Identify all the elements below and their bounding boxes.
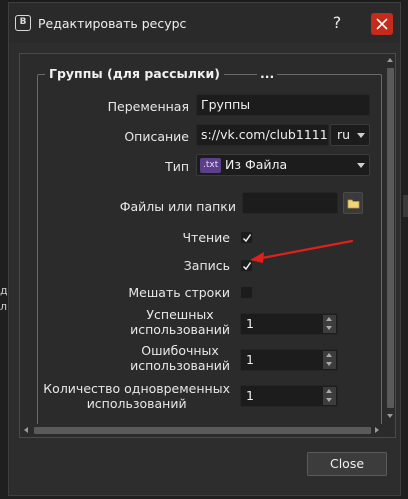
fail-label-line1: Ошибочных — [141, 343, 219, 358]
checkmark-icon — [242, 234, 252, 243]
shuffle-checkbox[interactable] — [240, 286, 253, 299]
read-label: Чтение — [182, 230, 230, 245]
horizontal-scrollbar[interactable] — [20, 424, 385, 437]
write-label: Запись — [183, 258, 230, 273]
concurrent-count-stepper[interactable]: 1 — [240, 385, 338, 407]
app-icon: B — [15, 15, 31, 31]
success-count-value: 1 — [246, 316, 254, 331]
stepper-buttons[interactable] — [323, 351, 336, 369]
concurrent-label-line2: использований — [86, 396, 187, 411]
browse-files-button[interactable] — [343, 192, 363, 214]
background-scroll-mark — [403, 195, 408, 217]
type-label: Тип — [165, 159, 189, 174]
type-select[interactable]: .txt Из Файла — [196, 154, 370, 176]
concurrent-count-value: 1 — [246, 388, 254, 403]
description-input[interactable]: s://vk.com/club111111 — [196, 124, 329, 146]
language-select[interactable]: ru — [330, 124, 370, 146]
background-right-panel — [400, 0, 408, 499]
close-icon — [376, 18, 388, 30]
fail-label: Ошибочных использований — [130, 343, 230, 373]
txt-file-icon: .txt — [200, 158, 222, 173]
stepper-buttons[interactable] — [323, 315, 336, 333]
type-value: Из Файла — [225, 157, 288, 172]
variable-label: Переменная — [107, 99, 189, 114]
close-window-button[interactable] — [371, 13, 393, 35]
scroll-right-icon[interactable] — [375, 427, 379, 433]
background-left-panel — [0, 0, 8, 499]
success-label-line1: Успешных — [146, 307, 214, 322]
dialog-title: Редактировать ресурс — [38, 16, 187, 31]
stepper-down-icon[interactable] — [323, 360, 336, 369]
group-menu-button[interactable]: ... — [257, 66, 278, 81]
stepper-up-icon[interactable] — [323, 351, 336, 360]
success-label-line2: использований — [130, 322, 230, 337]
files-input[interactable] — [242, 192, 338, 214]
concurrent-label-line1: Количество одновременных — [43, 381, 230, 396]
help-button[interactable]: ? — [327, 12, 347, 34]
edit-resource-dialog: B Редактировать ресурс ? Группы (для рас… — [8, 2, 401, 496]
concurrent-label: Количество одновременных использований — [43, 381, 230, 411]
shuffle-label: Мешать строки — [128, 285, 230, 300]
vertical-scroll-thumb[interactable] — [387, 68, 394, 408]
chevron-down-icon — [357, 133, 365, 138]
checkmark-icon — [242, 262, 252, 271]
background-text: л — [0, 300, 8, 313]
write-checkbox[interactable] — [240, 259, 253, 272]
scroll-down-icon[interactable] — [387, 414, 393, 418]
folder-icon — [347, 199, 360, 209]
horizontal-scroll-thumb[interactable] — [34, 427, 371, 434]
background-text: дс — [0, 284, 8, 297]
description-label: Описание — [124, 129, 189, 144]
vertical-scrollbar[interactable] — [385, 54, 395, 424]
variable-input[interactable]: Группы — [196, 94, 370, 116]
scroll-left-icon[interactable] — [24, 427, 28, 433]
chevron-down-icon — [357, 163, 365, 168]
stepper-buttons[interactable] — [323, 387, 336, 405]
fail-count-stepper[interactable]: 1 — [240, 349, 338, 371]
group-title: Группы (для рассылки) — [45, 66, 224, 81]
stepper-down-icon[interactable] — [323, 396, 336, 405]
files-label: Файлы или папки — [119, 199, 236, 214]
resource-scroll-area[interactable]: Группы (для рассылки) ... Переменная Гру… — [19, 53, 396, 438]
title-bar[interactable]: B Редактировать ресурс ? — [9, 3, 400, 43]
language-value: ru — [337, 127, 351, 142]
success-label: Успешных использований — [130, 307, 230, 337]
stepper-up-icon[interactable] — [323, 387, 336, 396]
stepper-up-icon[interactable] — [323, 315, 336, 324]
success-count-stepper[interactable]: 1 — [240, 313, 338, 335]
fail-label-line2: использований — [130, 358, 230, 373]
fail-count-value: 1 — [246, 352, 254, 367]
close-button[interactable]: Close — [307, 452, 387, 476]
read-checkbox[interactable] — [240, 231, 253, 244]
scroll-up-icon[interactable] — [387, 58, 393, 62]
stepper-down-icon[interactable] — [323, 324, 336, 333]
